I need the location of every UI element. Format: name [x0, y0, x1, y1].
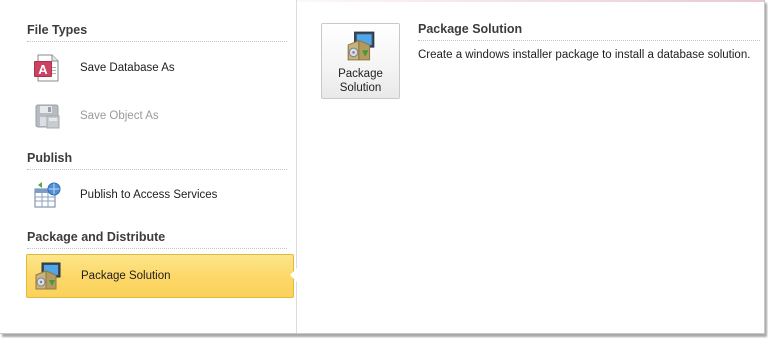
- publish-to-access-services-label: Publish to Access Services: [80, 189, 218, 201]
- section-divider: [27, 169, 287, 170]
- detail-title: Package Solution: [418, 22, 523, 36]
- svg-text:A: A: [38, 62, 48, 77]
- save-database-as-button[interactable]: A Save Database As: [26, 46, 294, 90]
- button-label-line-2: Solution: [339, 82, 382, 94]
- detail-divider: [418, 40, 760, 41]
- save-object-as-label: Save Object As: [80, 110, 159, 122]
- package-solution-button-label: Package Solution: [326, 67, 396, 95]
- package-installer-icon: [345, 30, 377, 62]
- button-label-line-1: Package: [338, 68, 383, 80]
- section-divider: [27, 41, 287, 42]
- backstage-window: File Types A Save Database As Save Objec…: [0, 0, 765, 334]
- selection-pointer: [290, 268, 297, 282]
- package-installer-icon: [32, 260, 64, 292]
- save-object-as-button[interactable]: Save Object As: [26, 94, 294, 138]
- access-database-icon: A: [31, 52, 63, 84]
- section-title-package-and-distribute: Package and Distribute: [27, 230, 166, 244]
- save-object-icon: [31, 100, 63, 132]
- package-solution-nav-label: Package Solution: [81, 270, 171, 282]
- package-solution-button[interactable]: Package Solution: [321, 23, 400, 99]
- save-publish-list: File Types A Save Database As Save Objec…: [0, 0, 297, 333]
- detail-description: Create a windows installer package to in…: [418, 49, 751, 61]
- package-solution-nav-item[interactable]: Package Solution: [26, 254, 294, 298]
- publish-to-access-services-button[interactable]: Publish to Access Services: [26, 173, 294, 217]
- section-title-publish: Publish: [27, 151, 73, 165]
- publish-services-icon: [31, 179, 63, 211]
- save-database-as-label: Save Database As: [80, 62, 175, 74]
- section-title-file-types: File Types: [27, 23, 88, 37]
- section-divider: [27, 248, 287, 249]
